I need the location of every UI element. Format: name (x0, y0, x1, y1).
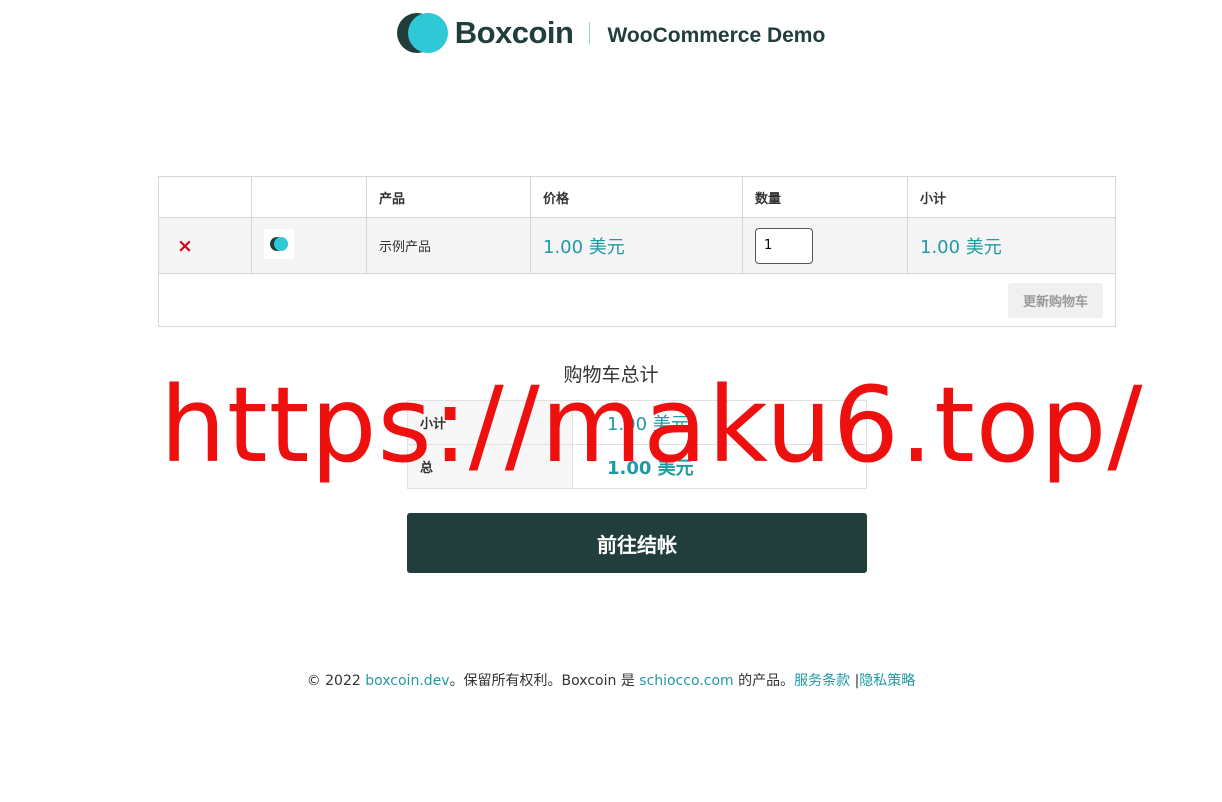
logo-accent-circle (407, 13, 448, 53)
cart-page: Boxcoin WooCommerce Demo 产品 价格 数量 小计 × 示… (0, 0, 1222, 802)
remove-item-button[interactable]: × (171, 235, 193, 257)
total-label: 总 (407, 444, 573, 489)
total-value-cell: 1.00 美元 (572, 444, 867, 489)
footer-privacy-link[interactable]: 隐私策略 (859, 673, 915, 689)
col-remove (158, 176, 252, 218)
update-cart-button[interactable]: 更新购物车 (1007, 282, 1103, 318)
col-product: 产品 (366, 176, 531, 218)
footer-rights: 。保留所有权利。Boxcoin 是 (449, 673, 640, 689)
cart-totals-table: 小计 1.00 美元 总 1.00 美元 (407, 400, 867, 489)
subtotal-value-cell: 1.00 美元 (572, 400, 867, 445)
footer-separator: | (850, 673, 860, 689)
thumbnail-cell (251, 217, 367, 274)
subtotal-cell: 1.00 美元 (907, 217, 1116, 274)
brand-name[interactable]: Boxcoin (455, 15, 574, 51)
boxcoin-logo-icon[interactable] (396, 12, 449, 54)
site-header: Boxcoin WooCommerce Demo (0, 12, 1222, 54)
cart-subtotal-value: 1.00 美元 (607, 413, 689, 435)
product-name-link[interactable]: 示例产品 (379, 240, 431, 255)
col-price: 价格 (530, 176, 743, 218)
table-row: × 示例产品 1.00 美元 1.00 美 (158, 217, 1116, 274)
price-cell: 1.00 美元 (530, 217, 743, 274)
total-row: 总 1.00 美元 (407, 444, 867, 489)
cart-total-value: 1.00 美元 (607, 457, 694, 479)
boxcoin-logo-icon[interactable] (264, 228, 294, 259)
cart-totals-title: 购物车总计 (563, 364, 659, 386)
subtotal-label: 小计 (407, 400, 573, 445)
site-footer: © 2022 boxcoin.dev。保留所有权利。Boxcoin 是 schi… (0, 670, 1222, 690)
footer-site-link[interactable]: boxcoin.dev (365, 673, 449, 689)
cart-actions-row: 更新购物车 (158, 273, 1116, 327)
quantity-input[interactable] (755, 227, 813, 264)
store-name: WooCommerce Demo (607, 24, 826, 47)
header-divider (589, 22, 591, 44)
product-cell: 示例产品 (366, 217, 531, 274)
footer-company-link[interactable]: schiocco.com (639, 673, 733, 689)
item-subtotal: 1.00 美元 (920, 236, 1002, 258)
product-price: 1.00 美元 (543, 236, 625, 258)
footer-copyright: © 2022 (306, 673, 366, 689)
cart-table: 产品 价格 数量 小计 × 示例产品 1.00 美元 1 1.00 美元 更新购… (158, 176, 1116, 327)
cart-actions-cell: 更新购物车 (158, 273, 1116, 327)
footer-terms-link[interactable]: 服务条款 (794, 673, 850, 689)
col-subtotal: 小计 (907, 176, 1116, 218)
footer-product-of: 的产品。 (733, 673, 795, 689)
subtotal-row: 小计 1.00 美元 (407, 400, 867, 445)
thumb-accent-circle (274, 236, 288, 251)
col-thumbnail (251, 176, 367, 218)
proceed-to-checkout-button[interactable]: 前往结帐 (407, 513, 867, 573)
col-quantity: 数量 (742, 176, 908, 218)
cart-header-row: 产品 价格 数量 小计 (158, 176, 1116, 218)
remove-cell: × (158, 217, 252, 274)
quantity-cell (742, 217, 908, 274)
